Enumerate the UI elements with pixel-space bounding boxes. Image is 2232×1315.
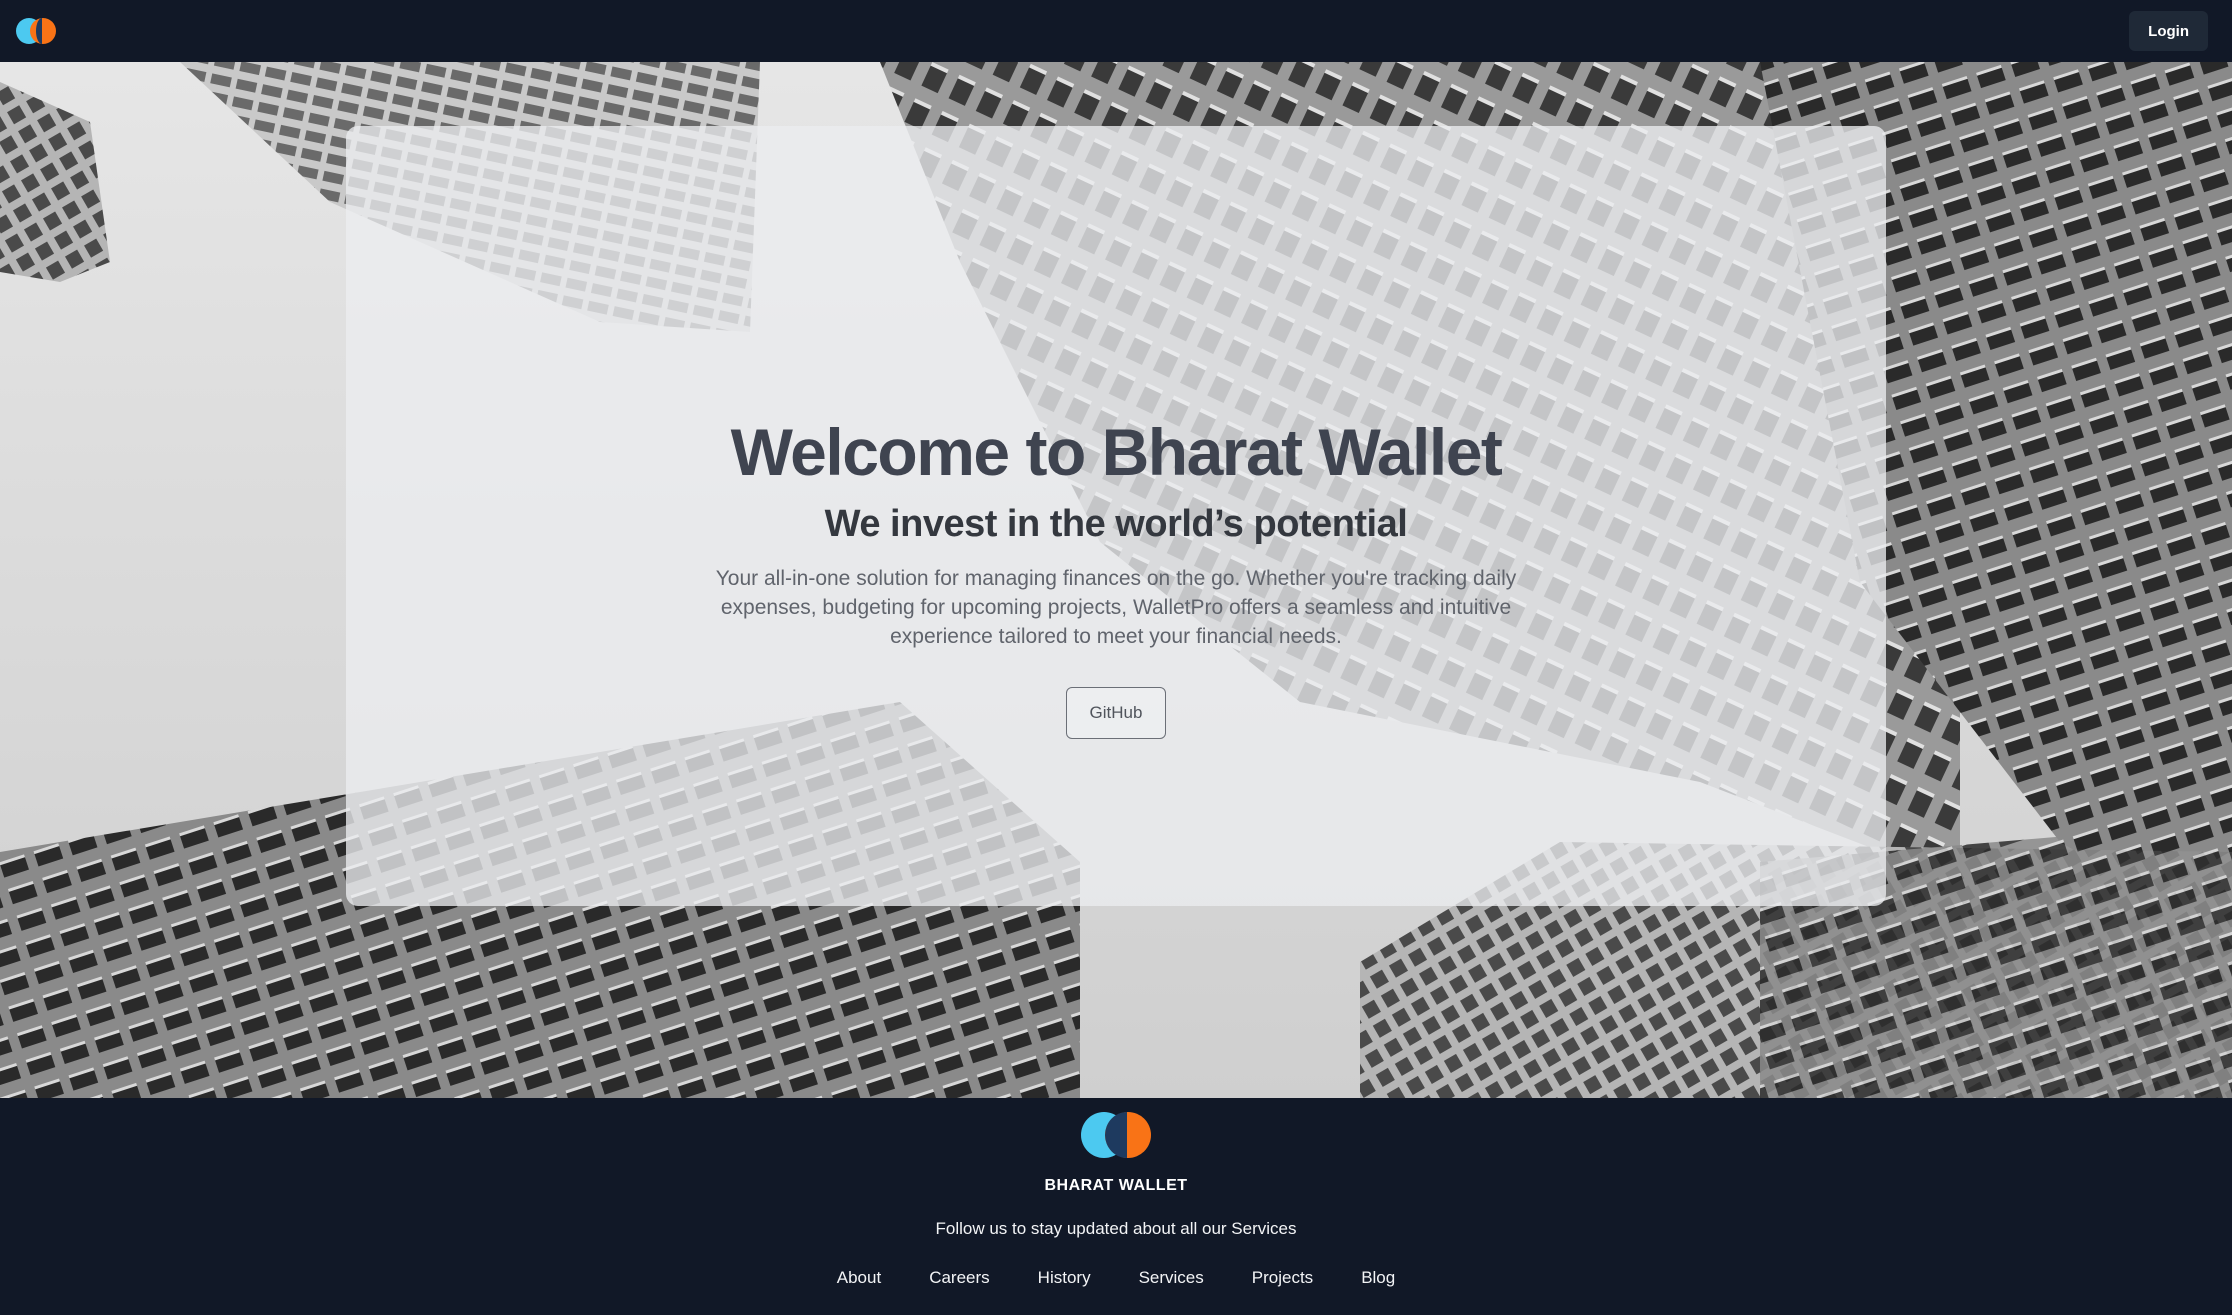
- footer: BHARAT WALLET Follow us to stay updated …: [0, 1098, 2232, 1315]
- hero-title: Welcome to Bharat Wallet: [730, 415, 1503, 489]
- footer-link-about[interactable]: About: [813, 1268, 905, 1288]
- footer-nav: About Careers History Services Projects …: [813, 1268, 1419, 1288]
- github-button[interactable]: GitHub: [1066, 687, 1166, 740]
- footer-link-blog[interactable]: Blog: [1337, 1268, 1419, 1288]
- footer-link-services[interactable]: Services: [1115, 1268, 1228, 1288]
- footer-brand-name: BHARAT WALLET: [1044, 1177, 1188, 1194]
- navbar: Login: [0, 0, 2232, 62]
- footer-link-careers[interactable]: Careers: [905, 1268, 1013, 1288]
- hero-section: Welcome to Bharat Wallet We invest in th…: [0, 62, 2232, 1098]
- logo-icon[interactable]: [16, 18, 56, 44]
- logo-orange-circle: [30, 18, 56, 44]
- hero-subtitle: We invest in the world’s potential: [824, 502, 1408, 545]
- footer-link-projects[interactable]: Projects: [1228, 1268, 1337, 1288]
- hero-description: Your all-in-one solution for managing fi…: [715, 567, 1517, 649]
- login-button[interactable]: Login: [2129, 11, 2208, 51]
- hero-card: Welcome to Bharat Wallet We invest in th…: [346, 126, 1886, 906]
- footer-follow-text: Follow us to stay updated about all our …: [935, 1219, 1297, 1238]
- footer-link-history[interactable]: History: [1014, 1268, 1115, 1288]
- footer-logo-icon: [1081, 1112, 1151, 1158]
